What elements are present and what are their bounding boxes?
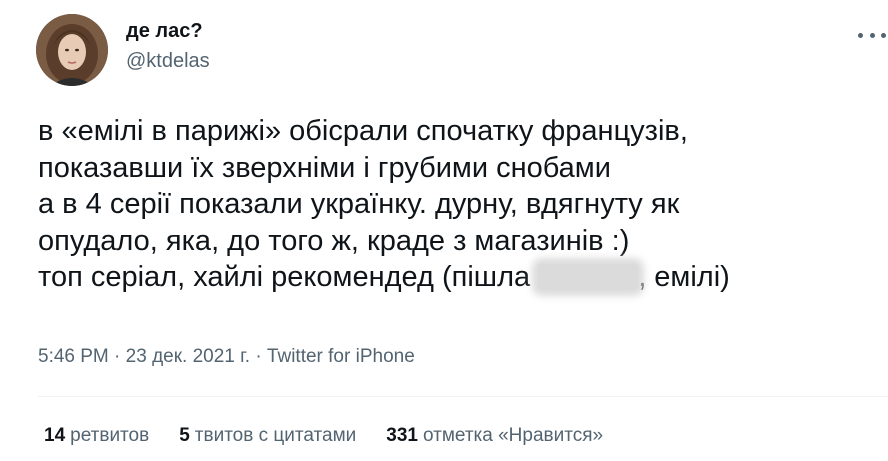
author-handle[interactable]: @ktdelas <box>126 50 210 73</box>
censor-blur <box>538 264 639 290</box>
tweet-text: в «емілі в парижі» обісрали спочатку фра… <box>38 113 858 296</box>
dot <box>869 32 875 38</box>
tweet-stats: 14 ретвитов 5 твитов с цитатами 331 отметка… <box>44 425 603 447</box>
more-dots-icon[interactable] <box>858 30 886 40</box>
likes-label: отметка «Нравится» <box>422 425 604 446</box>
dot <box>881 32 886 38</box>
tweet-line-last: топ серіал, хайлі рекомендед (пішла , ем… <box>38 259 858 296</box>
tweet-line-part: , емілі) <box>638 261 730 293</box>
tweet-time[interactable]: 5:46 PM <box>38 346 109 367</box>
separator: · <box>114 346 126 367</box>
retweets-count: 14 <box>44 425 66 446</box>
quotes-label: твитов с цитатами <box>194 425 357 446</box>
tweet-line: опудало, яка, до того ж, краде з магазин… <box>38 224 630 257</box>
tweet-meta: 5:46 PM · 23 дек. 2021 г. · Twitter for … <box>38 346 415 368</box>
dot <box>858 32 863 38</box>
likes-count: 331 <box>386 425 418 446</box>
quotes-count: 5 <box>179 425 190 446</box>
author-display-name[interactable]: де лас? <box>126 20 203 43</box>
divider <box>38 396 888 397</box>
tweet-line: в «емілі в парижі» обісрали спочатку фра… <box>38 115 688 147</box>
tweet-line: а в 4 серії показали українку. дурну, вд… <box>38 188 680 220</box>
quotes-stat[interactable]: 5 твитов с цитатами <box>179 425 356 447</box>
tweet-line-part: топ серіал, хайлі рекомендед (пішла <box>38 261 531 293</box>
separator: · <box>255 346 267 367</box>
avatar[interactable] <box>36 14 108 86</box>
likes-stat[interactable]: 331 отметка «Нравится» <box>386 425 603 447</box>
tweet-date[interactable]: 23 дек. 2021 г. <box>126 346 250 367</box>
avatar-photo <box>36 14 108 86</box>
tweet-source[interactable]: Twitter for iPhone <box>267 346 415 367</box>
tweet-card: де лас? @ktdelas в «емілі в парижі» обіс… <box>0 0 888 461</box>
tweet-line: показавши їх зверхніми і грубими снобами <box>38 151 611 184</box>
retweets-stat[interactable]: 14 ретвитов <box>44 425 149 447</box>
retweets-label: ретвитов <box>70 425 150 446</box>
